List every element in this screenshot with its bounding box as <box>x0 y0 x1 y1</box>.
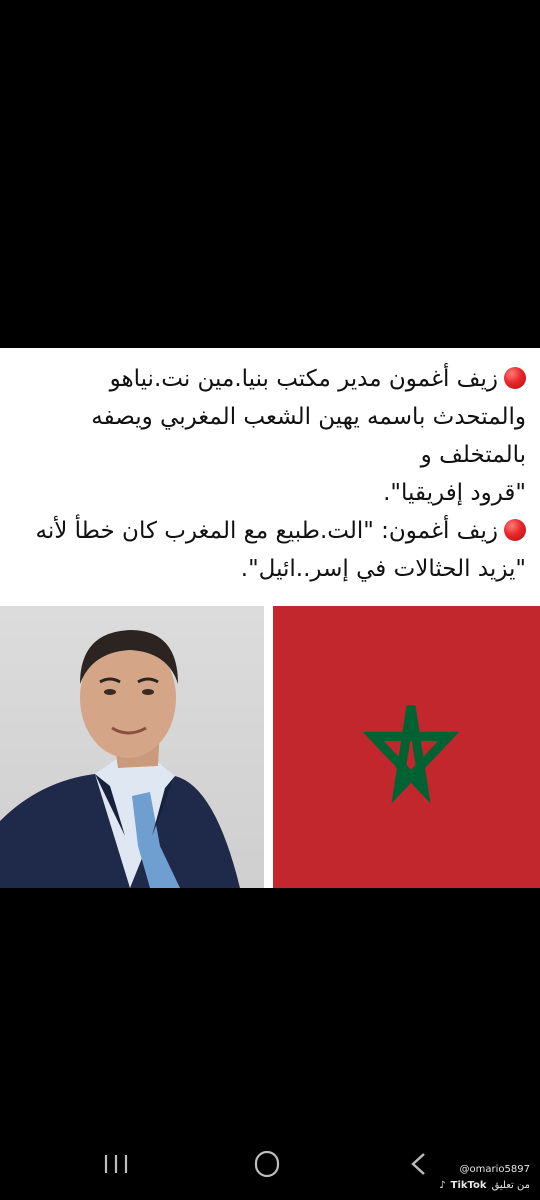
post-line-1: زيف أغمون مدير مكتب بنيا.مين نت.نياهو <box>14 360 526 398</box>
home-icon <box>254 1150 280 1178</box>
green-star-icon <box>362 705 460 804</box>
post-line-4: "قرود إفريقيا". <box>383 480 526 506</box>
image-row <box>0 606 540 888</box>
tiktok-username: @omario5897 <box>459 1164 530 1175</box>
post-text-panel: زيف أغمون مدير مكتب بنيا.مين نت.نياهو وا… <box>0 348 540 606</box>
post-line-5-text: زيف أغمون: "الت.طبيع مع المغرب كان خطأ ل… <box>35 518 498 544</box>
morocco-flag <box>273 606 540 888</box>
comment-label: من تعليق <box>491 1180 530 1191</box>
back-icon <box>411 1153 425 1175</box>
tiktok-logo-icon: ♪ <box>439 1180 446 1191</box>
post-line-3: بالمتخلف و <box>420 442 526 468</box>
recents-button[interactable] <box>97 1144 137 1184</box>
man-in-suit-portrait-icon <box>0 630 240 888</box>
portrait-photo <box>0 606 264 888</box>
home-button[interactable] <box>247 1144 287 1184</box>
top-black-area <box>0 0 540 348</box>
back-button[interactable] <box>398 1144 438 1184</box>
tiktok-watermark: ♪ TikTok من تعليق <box>439 1180 530 1191</box>
post-line-2: والمتحدث باسمه يهين الشعب المغربي ويصفه <box>91 404 526 430</box>
red-circle-icon <box>504 519 526 541</box>
red-circle-icon <box>504 367 526 389</box>
post-line-6: "يزيد الحثالات في إسر..ائيل". <box>240 556 526 582</box>
post-line-1-text: زيف أغمون مدير مكتب بنيا.مين نت.نياهو <box>109 366 498 392</box>
tiktok-brand-text: TikTok <box>450 1180 487 1191</box>
recents-icon <box>104 1155 128 1173</box>
post-line-5: زيف أغمون: "الت.طبيع مع المغرب كان خطأ ل… <box>14 512 526 550</box>
